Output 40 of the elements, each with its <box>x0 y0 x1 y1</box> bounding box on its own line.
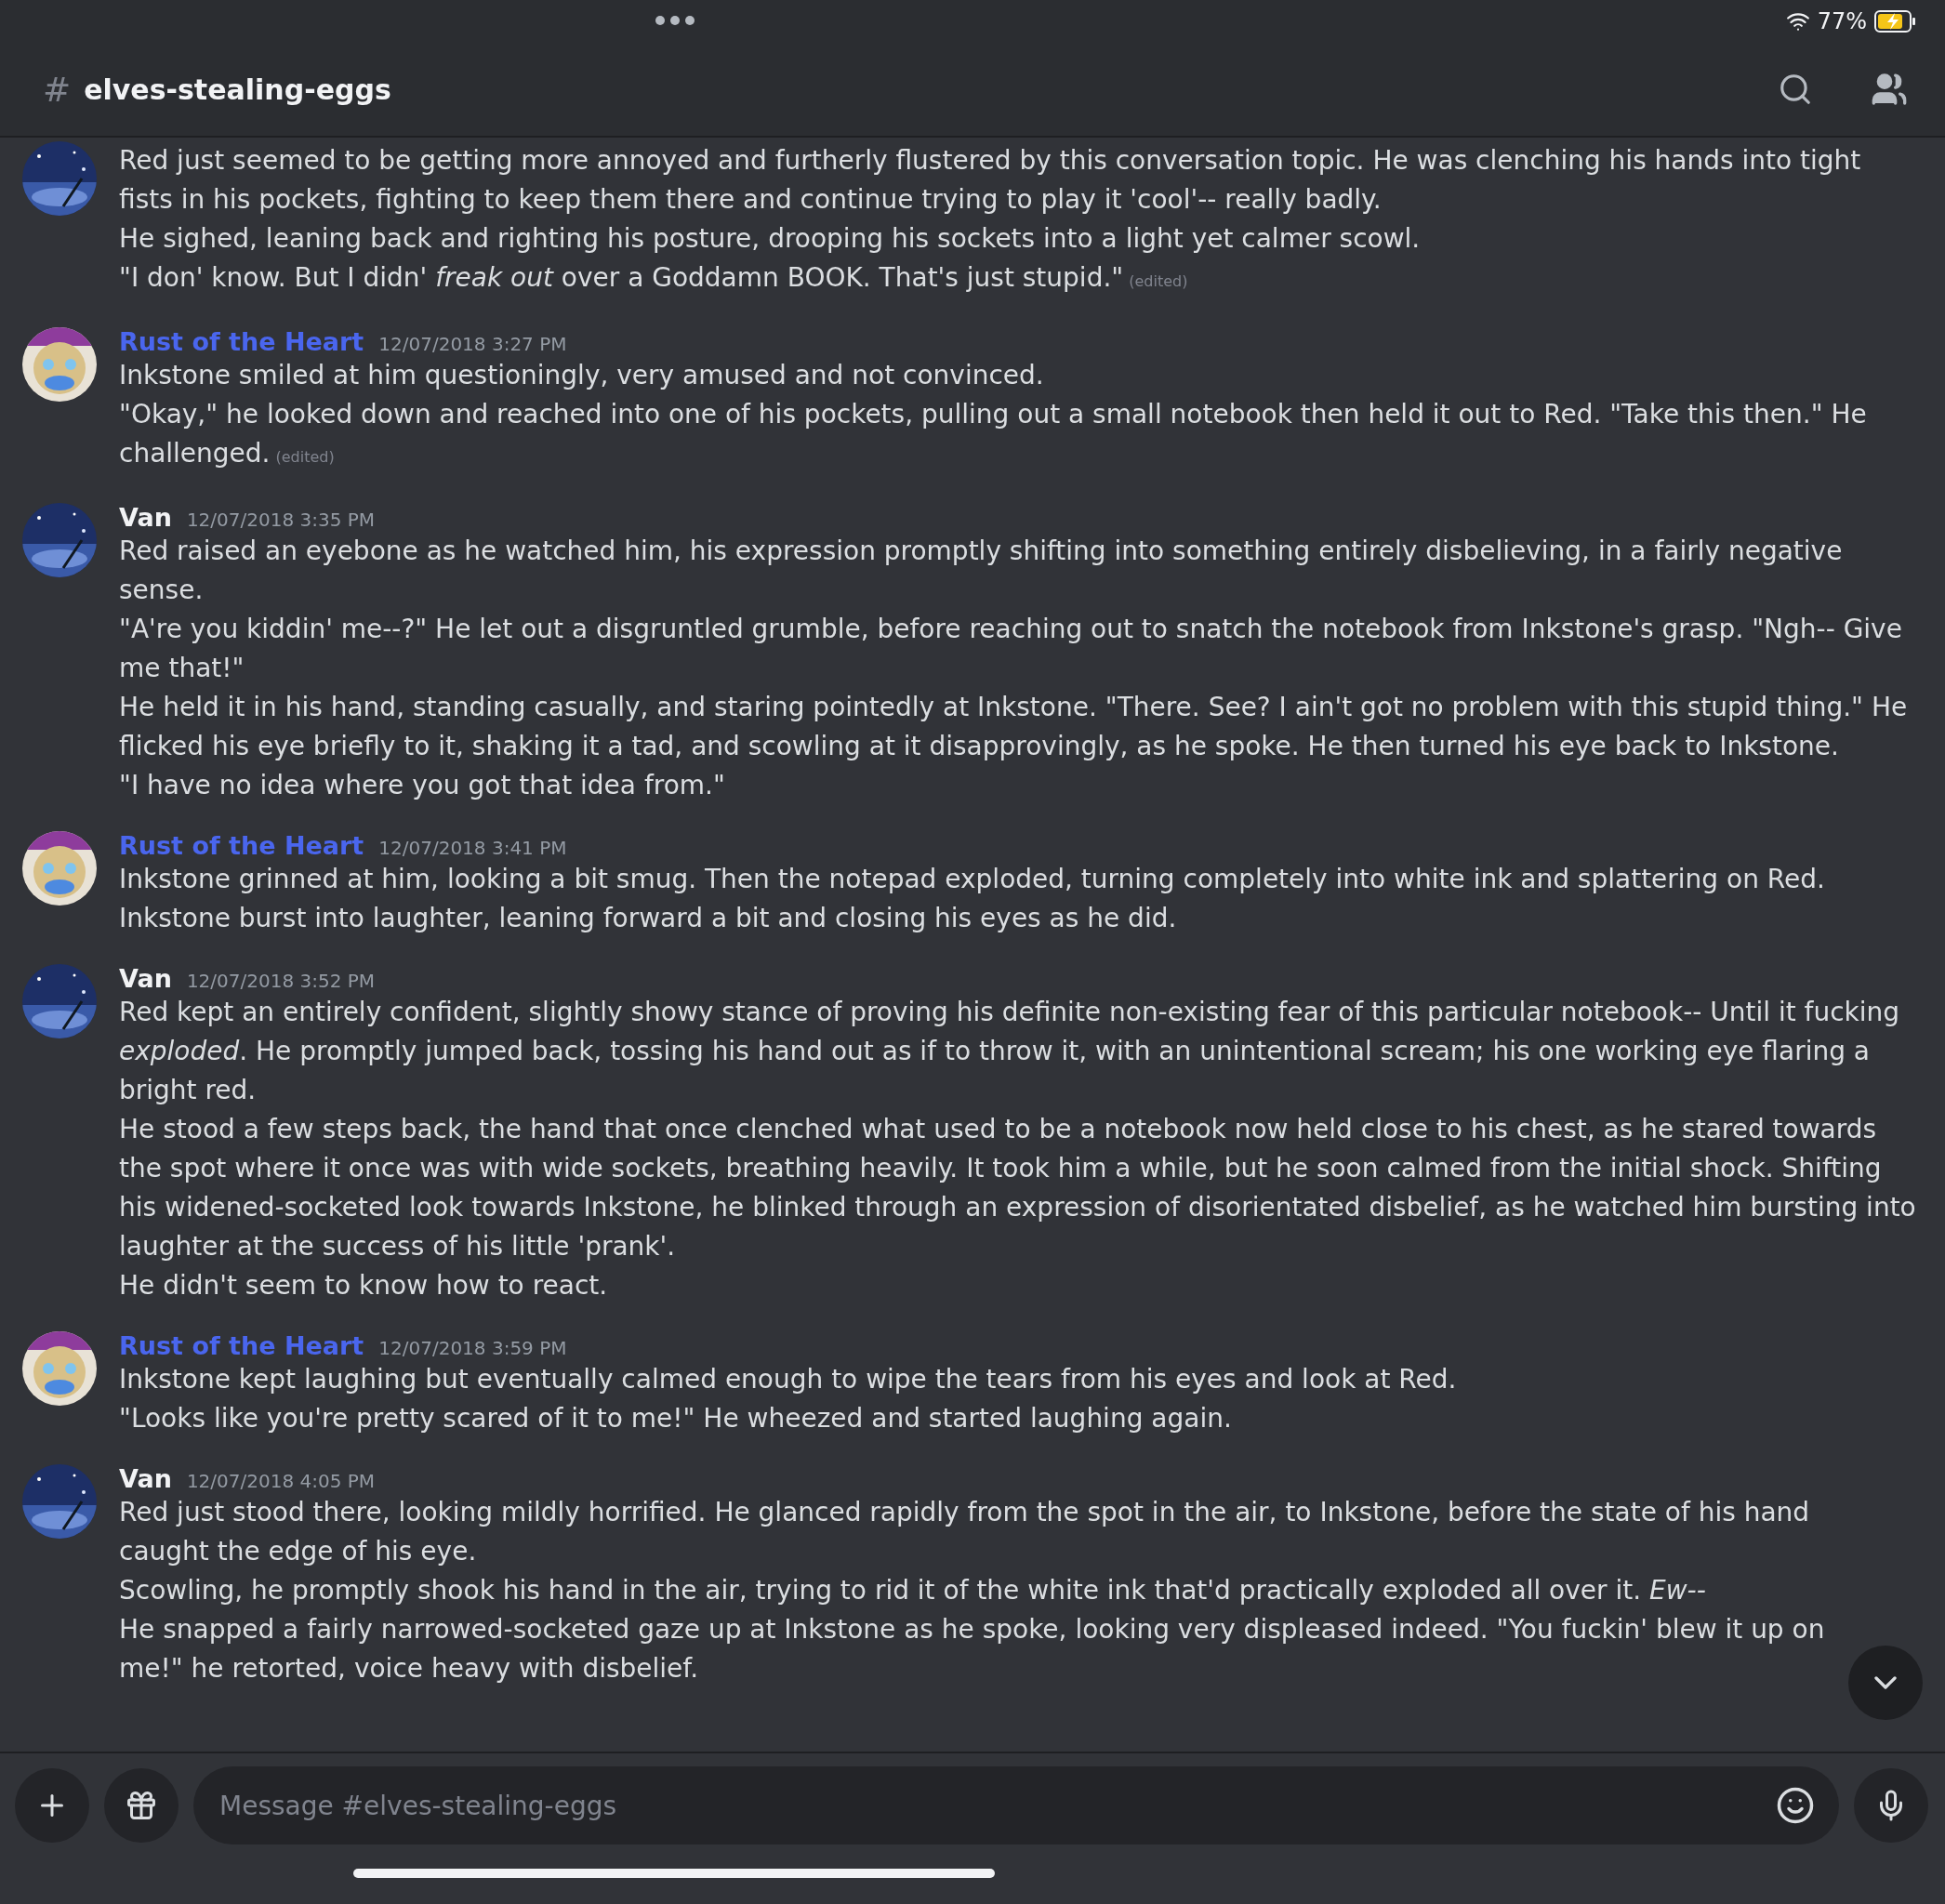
username[interactable]: Van <box>119 503 172 532</box>
timestamp: 12/07/2018 3:27 PM <box>378 333 567 355</box>
message-text: Inkstone burst into laughter, leaning forward a bit and closing his eyes as he did. <box>119 902 1178 935</box>
message-text: Red kept an entirely confident, slightly showy stance of proving his definite non-existing fear of this particular notebook-- Until it fucking exploded. He promptly jumped back, tossing his hand out as if to throw it, with an unintentional scream; his one working eye flaring a bright red. <box>119 996 1901 1107</box>
message-text: Red just seemed to be getting more annoyed and furtherly flustered by this conversation topic. He was clenching his hands into tight fists in his pockets, fighting to keep them there and continue trying to play it 'cool'-- really badly. <box>119 144 1862 217</box>
message-text: Inkstone kept laughing but eventually calmed enough to wipe the tears from his eyes and look at Red. <box>119 1363 1458 1396</box>
message-text: "I have no idea where you got that idea from." <box>119 769 726 802</box>
message-text: Scowling, he promptly shook his hand in the air, trying to rid it of the white ink that'd practically exploded all over it. Ew-- <box>119 1574 1707 1607</box>
message-text: Inkstone smiled at him questioningly, very amused and not convinced. <box>119 359 1045 392</box>
emoji-icon[interactable] <box>1776 1786 1815 1825</box>
battery-icon <box>1874 10 1917 33</box>
channel-hash: # <box>43 70 72 109</box>
timestamp: 12/07/2018 3:35 PM <box>186 509 376 531</box>
message-text: Red just stood there, looking mildly horrified. He glanced rapidly from the spot in the air, to Inkstone, before the state of his hand caught the edge of his eye. <box>119 1496 1811 1568</box>
message-text: He snapped a fairly narrowed-socketed gaze up at Inkstone as he spoke, looking very displeased indeed. "You fuckin' blew it up on me!" he retorted, voice heavy with disbelief. <box>119 1613 1826 1686</box>
edited-label: (edited) <box>1129 272 1188 290</box>
message-text: Inkstone grinned at him, looking a bit smug. Then the notepad exploded, turning completely into white ink and splattering on Red. <box>119 863 1826 896</box>
message-text: Red raised an eyebone as he watched him, his expression promptly shifting into something entirely disbelieving, in a fairly negative sense. <box>119 535 1844 607</box>
message-text: "Looks like you're pretty scared of it to me!" He wheezed and started laughing again. <box>119 1402 1233 1435</box>
battery-percentage: 77% <box>1817 8 1867 34</box>
message-text: "A're you kiddin' me--?" He let out a disgruntled grumble, before reaching out to snatch the notebook from Inkstone's grasp. "Ngh-- Give me that!" <box>119 613 1903 685</box>
message-text: "I don' know. But I didn' freak out over a Goddamn BOOK. That's just stupid." (edited) <box>119 261 1189 295</box>
gift-icon <box>125 1789 158 1822</box>
edited-label: (edited) <box>275 448 335 466</box>
message-text: He sighed, leaning back and righting his posture, drooping his sockets into a light yet calmer scowl. <box>119 222 1422 256</box>
username[interactable]: Van <box>119 964 172 993</box>
timestamp: 12/07/2018 3:52 PM <box>186 970 376 992</box>
members-icon[interactable] <box>1871 71 1908 108</box>
timestamp: 12/07/2018 3:41 PM <box>378 837 567 859</box>
message-text: He held it in his hand, standing casually, and staring pointedly at Inkstone. "There. See? I ain't got no problem with this stupid thing." He flicked his eye briefly to it, shaking it a tad, and scowling at it disapprovingly, as he spoke. He then turned his eye back to Inkstone. <box>119 691 1909 763</box>
message-text: "Okay," he looked down and reached into one of his pockets, pulling out a small notebook then held it out to Red. "Take this then." He challenged. (edited) <box>119 398 1868 470</box>
channel-name: elves-stealing-eggs <box>84 73 392 106</box>
timestamp: 12/07/2018 3:59 PM <box>378 1337 567 1359</box>
search-icon[interactable] <box>1778 72 1813 107</box>
timestamp: 12/07/2018 4:05 PM <box>186 1470 376 1492</box>
username[interactable]: Van <box>119 1464 172 1493</box>
message-text: He didn't seem to know how to react. <box>119 1269 609 1302</box>
message-text: He stood a few steps back, the hand that once clenched what used to be a notebook now held close to his chest, as he stared towards the spot where it once was with wide sockets, breathing heavily. It took him a while, but he soon calmed from the initial shock. Shifting his widened-socketed look towards Inkstone, he blinked through an expression of disorientated disbelief, as he watched him bursting into laughter at the success of his little 'prank'. <box>119 1113 1917 1263</box>
message-input[interactable]: Message #elves-stealing-eggs <box>193 1766 1839 1844</box>
more-icon[interactable] <box>655 15 695 26</box>
